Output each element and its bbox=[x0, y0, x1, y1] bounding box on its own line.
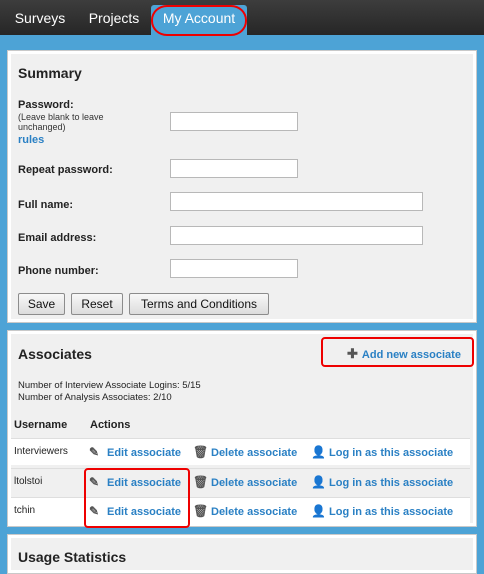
delete-associate-link[interactable]: 🗑 Delete associate bbox=[193, 475, 297, 489]
interview-logins-count: Number of Interview Associate Logins: 5/… bbox=[18, 380, 201, 391]
usage-statistics-panel-body: Usage Statistics bbox=[11, 538, 473, 570]
row-username: tchin bbox=[14, 505, 36, 516]
top-nav: Surveys Projects My Account bbox=[0, 0, 484, 36]
edit-associate-link[interactable]: ✎ Edit associate bbox=[89, 475, 181, 489]
associates-panel: Associates ✚ Add new associate Number of … bbox=[7, 330, 477, 528]
trash-icon: 🗑 bbox=[193, 475, 209, 489]
summary-title: Summary bbox=[18, 65, 82, 81]
repeat-password-field[interactable] bbox=[170, 159, 298, 178]
email-label: Email address: bbox=[18, 232, 97, 244]
trash-icon: 🗑 bbox=[193, 504, 209, 518]
associates-panel-body: Associates ✚ Add new associate Number of … bbox=[11, 334, 474, 528]
add-new-associate-label: Add new associate bbox=[361, 349, 461, 361]
reset-button[interactable]: Reset bbox=[71, 293, 123, 315]
usage-statistics-panel: Usage Statistics bbox=[7, 534, 477, 574]
email-field[interactable] bbox=[170, 226, 423, 245]
tab-projects[interactable]: Projects bbox=[80, 5, 148, 33]
pencil-icon: ✎ bbox=[89, 445, 100, 459]
password-note: (Leave blank to leave unchanged) bbox=[18, 112, 104, 132]
repeat-password-label: Repeat password: bbox=[18, 164, 113, 176]
analysis-associates-count: Number of Analysis Associates: 2/10 bbox=[18, 392, 172, 403]
edit-associate-link[interactable]: ✎ Edit associate bbox=[89, 445, 181, 459]
table-row: tchin ✎ Edit associate 🗑 Delete associate … bbox=[11, 497, 470, 524]
user-login-icon: 👤 bbox=[311, 475, 326, 489]
actions-column-header: Actions bbox=[90, 419, 131, 431]
table-row: ltolstoi ✎ Edit associate 🗑 Delete associa… bbox=[11, 468, 470, 495]
row-username: Interviewers bbox=[14, 446, 68, 457]
table-row: Interviewers ✎ Edit associate 🗑 Delete ass… bbox=[11, 438, 470, 465]
delete-associate-label: Delete associate bbox=[211, 447, 298, 459]
login-as-associate-label: Log in as this associate bbox=[329, 447, 454, 459]
edit-associate-label: Edit associate bbox=[107, 447, 181, 459]
delete-associate-label: Delete associate bbox=[211, 477, 298, 489]
login-as-associate-label: Log in as this associate bbox=[329, 506, 454, 518]
tab-my-account[interactable]: My Account bbox=[151, 5, 247, 35]
add-new-associate-link[interactable]: ✚ Add new associate bbox=[347, 346, 461, 362]
user-login-icon: 👤 bbox=[311, 445, 326, 459]
usage-statistics-title: Usage Statistics bbox=[18, 549, 127, 565]
login-as-associate-label: Log in as this associate bbox=[329, 477, 454, 489]
full-name-label: Full name: bbox=[18, 199, 74, 211]
plus-icon: ✚ bbox=[347, 346, 358, 361]
phone-label: Phone number: bbox=[18, 265, 99, 277]
row-username: ltolstoi bbox=[14, 476, 43, 487]
delete-associate-label: Delete associate bbox=[211, 506, 298, 518]
summary-panel: Summary Password: (Leave blank to leave … bbox=[7, 50, 477, 323]
password-label: Password: bbox=[18, 99, 74, 111]
full-name-field[interactable] bbox=[170, 192, 423, 211]
username-column-header: Username bbox=[14, 419, 68, 431]
save-button[interactable]: Save bbox=[18, 293, 65, 315]
edit-associate-label: Edit associate bbox=[107, 506, 181, 518]
password-field[interactable] bbox=[170, 112, 298, 131]
tab-surveys[interactable]: Surveys bbox=[8, 5, 72, 33]
associates-title: Associates bbox=[18, 346, 92, 362]
user-login-icon: 👤 bbox=[311, 504, 326, 518]
summary-panel-body: Summary Password: (Leave blank to leave … bbox=[11, 54, 473, 319]
edit-associate-link[interactable]: ✎ Edit associate bbox=[89, 504, 181, 518]
login-as-associate-link[interactable]: 👤 Log in as this associate bbox=[311, 445, 453, 459]
login-as-associate-link[interactable]: 👤 Log in as this associate bbox=[311, 475, 453, 489]
edit-associate-label: Edit associate bbox=[107, 477, 181, 489]
login-as-associate-link[interactable]: 👤 Log in as this associate bbox=[311, 504, 453, 518]
delete-associate-link[interactable]: 🗑 Delete associate bbox=[193, 504, 297, 518]
delete-associate-link[interactable]: 🗑 Delete associate bbox=[193, 445, 297, 459]
terms-button[interactable]: Terms and Conditions bbox=[129, 293, 269, 315]
pencil-icon: ✎ bbox=[89, 504, 100, 518]
pencil-icon: ✎ bbox=[89, 475, 100, 489]
phone-field[interactable] bbox=[170, 259, 298, 278]
rules-link[interactable]: rules bbox=[18, 134, 44, 146]
trash-icon: 🗑 bbox=[193, 445, 209, 459]
